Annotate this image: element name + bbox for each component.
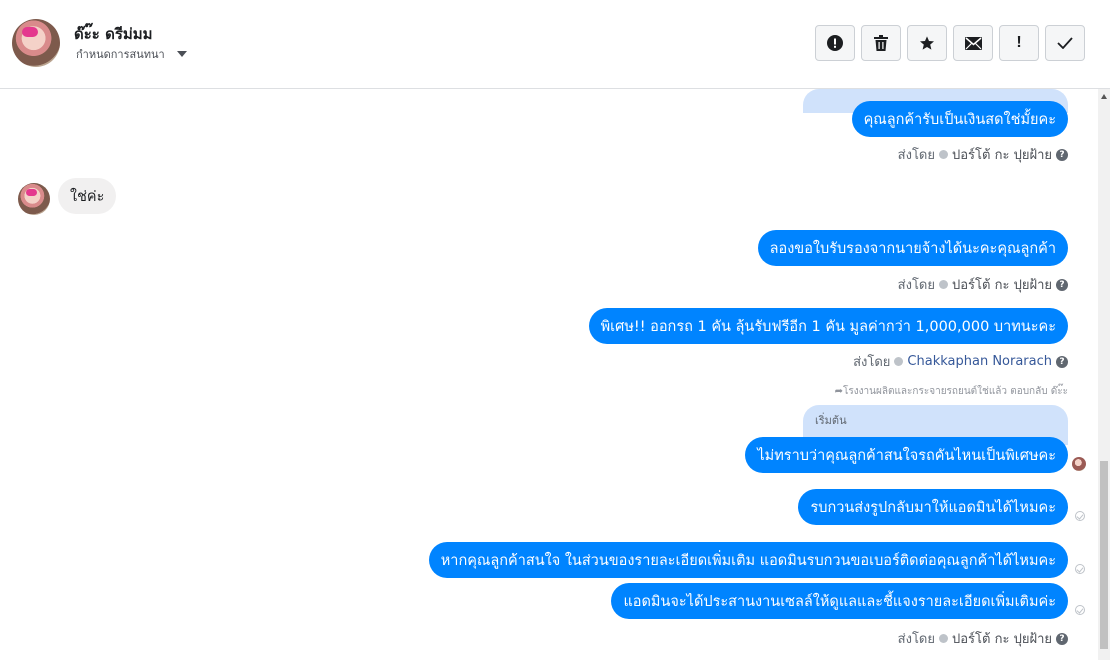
sent-by-line: ส่งโดย ปอร์โต้ กะ ปุยฝ้าย ? bbox=[898, 144, 1068, 165]
sender-name[interactable]: Chakkaphan Norarach bbox=[907, 354, 1052, 369]
contact-avatar[interactable] bbox=[12, 19, 60, 67]
message-bubble[interactable]: พิเศษ!! ออกรถ 1 คัน ลุ้นรับฟรีอีก 1 คัน … bbox=[588, 308, 1068, 344]
assign-conversation-label: กำหนดการสนทนา bbox=[76, 48, 165, 61]
quoted-message-text: เริ่มต้น bbox=[815, 414, 847, 427]
reply-note-text: โรงงานผลิตและกระจายรถยนต์ใช่แล้ว ตอบกลับ… bbox=[843, 386, 1068, 397]
alert-icon bbox=[827, 35, 843, 51]
follow-up-button[interactable]: ! bbox=[999, 25, 1039, 61]
sent-by-label: ส่งโดย bbox=[897, 148, 935, 163]
conversation-toolbar: ! bbox=[815, 25, 1085, 61]
sender-name[interactable]: ปอร์โต้ กะ ปุยฝ้าย bbox=[952, 144, 1052, 165]
sent-by-line: ส่งโดย ปอร์โต้ กะ ปุยฝ้าย ? bbox=[898, 628, 1068, 649]
sent-by-label: ส่งโดย bbox=[897, 632, 935, 647]
delete-button[interactable] bbox=[861, 25, 901, 61]
message-bubble[interactable]: ไม่ทราบว่าคุณลูกค้าสนใจรถคันไหนเป็นพิเศษ… bbox=[745, 437, 1068, 473]
thread-scrollbar[interactable] bbox=[1098, 89, 1110, 660]
checkmark-icon bbox=[1057, 37, 1073, 49]
scroll-up-arrow-icon[interactable] bbox=[1101, 94, 1107, 99]
delivered-icon bbox=[1075, 564, 1085, 574]
message-bubble[interactable]: ลองขอใบรับรองจากนายจ้างได้นะคะคุณลูกค้า bbox=[757, 230, 1068, 266]
conversation-header: ด๊ะ๊ะ ดรีม่มม กำหนดการสนทนา ! bbox=[0, 0, 1110, 89]
mail-icon bbox=[964, 36, 982, 50]
star-icon bbox=[920, 36, 934, 50]
mark-done-button[interactable] bbox=[1045, 25, 1085, 61]
message-thread[interactable]: คุณลูกค้ารับเป็นเงินสดใช่มั้ยคะ ส่งโดย ป… bbox=[0, 89, 1098, 660]
message-bubble[interactable]: คุณลูกค้ารับเป็นเงินสดใช่มั้ยคะ bbox=[851, 101, 1068, 137]
seen-avatar bbox=[1072, 457, 1086, 471]
contact-avatar-small[interactable] bbox=[18, 183, 50, 215]
help-icon[interactable]: ? bbox=[1056, 278, 1068, 291]
contact-name[interactable]: ด๊ะ๊ะ ดรีม่มม bbox=[74, 22, 153, 46]
scroll-thumb[interactable] bbox=[1100, 461, 1108, 649]
message-bubble[interactable]: แอดมินจะได้ประสานงานเซลล์ให้ดูแลและชี้แจ… bbox=[611, 583, 1068, 619]
message-bubble[interactable]: รบกวนส่งรูปกลับมาให้แอดมินได้ไหมคะ bbox=[798, 489, 1068, 525]
trash-icon bbox=[874, 35, 888, 51]
reply-arrow-icon: ➦ bbox=[834, 386, 844, 397]
caret-down-icon bbox=[176, 51, 187, 57]
follow-up-icon: ! bbox=[1016, 34, 1022, 51]
star-button[interactable] bbox=[907, 25, 947, 61]
verified-icon bbox=[939, 280, 948, 289]
assign-conversation-dropdown[interactable]: กำหนดการสนทนา bbox=[76, 45, 187, 63]
reply-note: ➦โรงงานผลิตและกระจายรถยนต์ใช่แล้ว ตอบกลั… bbox=[835, 384, 1068, 399]
delivered-icon bbox=[1075, 605, 1085, 615]
sent-by-label: ส่งโดย bbox=[897, 278, 935, 293]
sent-by-label: ส่งโดย bbox=[853, 355, 891, 370]
mark-unread-button[interactable] bbox=[953, 25, 993, 61]
message-bubble[interactable]: หากคุณลูกค้าสนใจ ในส่วนของรายละเอียดเพิ่… bbox=[428, 542, 1068, 578]
sender-name[interactable]: ปอร์โต้ กะ ปุยฝ้าย bbox=[952, 274, 1052, 295]
help-icon[interactable]: ? bbox=[1056, 355, 1068, 368]
delivered-icon bbox=[1075, 511, 1085, 521]
message-bubble[interactable]: ใช่ค่ะ bbox=[58, 178, 117, 214]
verified-icon bbox=[939, 150, 948, 159]
verified-icon bbox=[939, 634, 948, 643]
sent-by-line: ส่งโดย ปอร์โต้ กะ ปุยฝ้าย ? bbox=[898, 274, 1068, 295]
help-icon[interactable]: ? bbox=[1056, 632, 1068, 645]
spam-button[interactable] bbox=[815, 25, 855, 61]
sender-name[interactable]: ปอร์โต้ กะ ปุยฝ้าย bbox=[952, 628, 1052, 649]
sent-by-line: ส่งโดย Chakkaphan Norarach ? bbox=[853, 351, 1068, 372]
verified-icon bbox=[894, 357, 904, 366]
help-icon[interactable]: ? bbox=[1056, 148, 1068, 161]
